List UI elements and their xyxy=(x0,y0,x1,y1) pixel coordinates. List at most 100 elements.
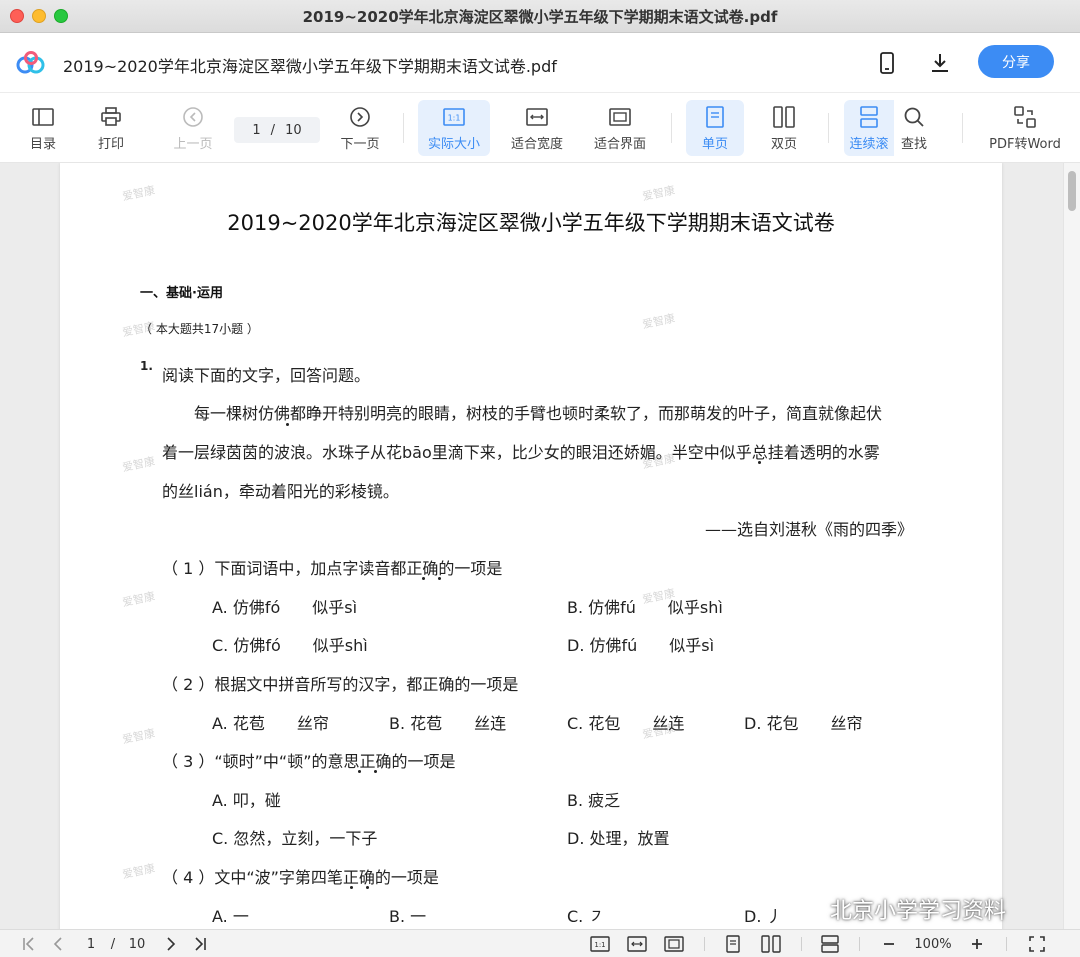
zoom-in-button[interactable] xyxy=(968,935,986,953)
status-divider xyxy=(704,937,705,951)
continuous-scroll-label: 连续滚 xyxy=(849,136,889,152)
next-page-button[interactable]: 下一页 xyxy=(336,100,384,156)
page-total: 10 xyxy=(285,122,302,138)
status-double-page-button[interactable] xyxy=(760,935,782,953)
page-separator: / xyxy=(270,122,276,138)
find-button[interactable]: 查找 xyxy=(893,100,935,156)
status-page-current[interactable]: 1 xyxy=(82,935,100,953)
option-d[interactable]: D. 处理，放置 xyxy=(567,825,670,849)
status-divider xyxy=(859,937,860,951)
prev-page-label: 上一页 xyxy=(173,136,213,152)
status-next-page-button[interactable] xyxy=(163,935,179,953)
actual-size-icon: 1:1 xyxy=(590,936,610,952)
watermark: 爱智康 xyxy=(121,589,157,610)
window-titlebar: 2019~2020学年北京海淀区翠微小学五年级下学期期末语文试卷.pdf xyxy=(0,0,1080,33)
watermark: 爱智康 xyxy=(121,454,157,475)
option-a[interactable]: A. 一 xyxy=(212,903,249,927)
toolbar-divider xyxy=(671,113,672,143)
option-d[interactable]: D. 仿佛fú 似乎sì xyxy=(567,632,714,656)
print-label: 打印 xyxy=(97,136,124,152)
actual-size-button[interactable]: 1:1 实际大小 xyxy=(418,100,490,156)
option-b[interactable]: B. 花苞 丝连 xyxy=(389,710,506,734)
fit-width-button[interactable]: 适合宽度 xyxy=(504,100,570,156)
option-a[interactable]: A. 花苞 丝帘 xyxy=(212,710,329,734)
first-page-icon xyxy=(23,937,34,951)
question-number: 1. xyxy=(140,359,153,373)
print-button[interactable]: 打印 xyxy=(90,100,132,156)
wechat-icon xyxy=(789,896,820,922)
close-window-button[interactable] xyxy=(10,9,24,23)
scrollbar-thumb[interactable] xyxy=(1068,171,1076,211)
status-single-page-button[interactable] xyxy=(724,935,742,953)
actual-size-label: 实际大小 xyxy=(427,136,480,152)
document-viewport[interactable]: 爱智康 爱智康 爱智康 爱智康 爱智康 爱智康 爱智康 爱智康 爱智康 爱智康 … xyxy=(0,163,1080,929)
question-intro: 阅读下面的文字，回答问题。 xyxy=(162,366,371,385)
last-page-icon xyxy=(195,937,206,951)
zoom-out-button[interactable] xyxy=(880,935,898,953)
option-c[interactable]: C. 仿佛fó 似乎shì xyxy=(212,632,368,656)
watermark: 爱智康 xyxy=(641,183,677,204)
single-page-icon xyxy=(726,935,740,953)
first-page-button[interactable] xyxy=(20,935,38,953)
continuous-scroll-button[interactable]: 连续滚 xyxy=(844,100,894,156)
maximize-window-button[interactable] xyxy=(54,9,68,23)
vertical-scrollbar[interactable] xyxy=(1063,163,1080,929)
pdf-to-word-label: PDF转Word xyxy=(989,136,1061,152)
printer-icon xyxy=(101,106,121,126)
fullscreen-button[interactable] xyxy=(1027,935,1047,953)
minimize-window-button[interactable] xyxy=(32,9,46,23)
status-continuous-button[interactable] xyxy=(819,935,841,953)
share-button[interactable]: 分享 xyxy=(978,45,1054,78)
single-page-icon xyxy=(706,105,724,128)
window-title: 2019~2020学年北京海淀区翠微小学五年级下学期期末语文试卷.pdf xyxy=(302,7,778,26)
emphasis-dot xyxy=(366,886,369,889)
chevron-left-icon xyxy=(53,937,62,951)
status-fit-page-button[interactable] xyxy=(663,935,685,953)
status-actual-size-button[interactable]: 1:1 xyxy=(589,935,611,953)
sidebar-icon xyxy=(32,107,54,126)
passage-line: 的丝lián，牵动着阳光的彩棱镜。 xyxy=(162,482,399,501)
watermark: 爱智康 xyxy=(641,311,677,332)
double-page-label: 双页 xyxy=(770,136,797,152)
find-label: 查找 xyxy=(900,136,927,152)
sub-question-2: （ 2 ）根据文中拼音所写的汉字，都正确的一项是 xyxy=(162,675,519,694)
prev-page-button[interactable]: 上一页 xyxy=(168,100,218,156)
option-d[interactable]: D. 丿 xyxy=(744,903,783,927)
option-c[interactable]: C. 花包 丝连 xyxy=(567,710,684,734)
watermark: 爱智康 xyxy=(121,183,157,204)
option-b[interactable]: B. 一 xyxy=(389,903,426,927)
option-a[interactable]: A. 叩，碰 xyxy=(212,787,281,811)
single-page-button[interactable]: 单页 xyxy=(686,100,744,156)
wechat-account-watermark: 北京小学学习资料 xyxy=(788,893,1006,925)
mobile-view-button[interactable] xyxy=(874,50,900,76)
page-number-input[interactable]: 1 / 10 xyxy=(234,117,320,143)
passage-line: 着一层绿茵茵的波浪。水珠子从花bāo里滴下来，比少女的眼泪还娇媚。半空中似乎总挂… xyxy=(162,443,880,462)
option-c[interactable]: C. ㇇ xyxy=(567,903,604,927)
pdf-page: 爱智康 爱智康 爱智康 爱智康 爱智康 爱智康 爱智康 爱智康 爱智康 爱智康 … xyxy=(60,163,1002,929)
status-fit-width-button[interactable] xyxy=(626,935,648,953)
next-page-label: 下一页 xyxy=(340,136,380,152)
option-b[interactable]: B. 疲乏 xyxy=(567,787,620,811)
fit-page-button[interactable]: 适合界面 xyxy=(587,100,653,156)
pdf-to-word-button[interactable]: PDF转Word xyxy=(984,100,1066,156)
toolbar-divider xyxy=(962,113,963,143)
option-b[interactable]: B. 仿佛fú 似乎shì xyxy=(567,594,723,618)
option-a[interactable]: A. 仿佛fó 似乎sì xyxy=(212,594,357,618)
status-prev-page-button[interactable] xyxy=(50,935,66,953)
emphasis-dot xyxy=(286,423,289,426)
watermark: 爱智康 xyxy=(121,861,157,882)
option-d[interactable]: D. 花包 丝帘 xyxy=(744,710,863,734)
toc-button[interactable]: 目录 xyxy=(22,100,64,156)
continuous-scroll-icon xyxy=(860,105,878,128)
last-page-button[interactable] xyxy=(191,935,209,953)
sub-question-1: （ 1 ）下面词语中，加点字读音都正确的一项是 xyxy=(162,559,503,578)
sub-question-4: （ 4 ）文中“波”字第四笔正确的一项是 xyxy=(162,868,439,887)
actual-size-icon: 1:1 xyxy=(443,107,465,126)
app-header: 2019~2020学年北京海淀区翠微小学五年级下学期期末语文试卷.pdf 分享 xyxy=(0,33,1080,93)
passage-line: 每一棵树仿佛都睁开特别明亮的眼睛，树枝的手臂也顿时柔软了，而那萌发的叶子，简直就… xyxy=(194,404,883,423)
section-note: （ 本大题共17小题 ） xyxy=(140,322,259,336)
option-c[interactable]: C. 忽然，立刻，一下子 xyxy=(212,825,377,849)
emphasis-dot xyxy=(438,577,441,580)
double-page-button[interactable]: 双页 xyxy=(760,100,808,156)
download-button[interactable] xyxy=(927,50,953,76)
